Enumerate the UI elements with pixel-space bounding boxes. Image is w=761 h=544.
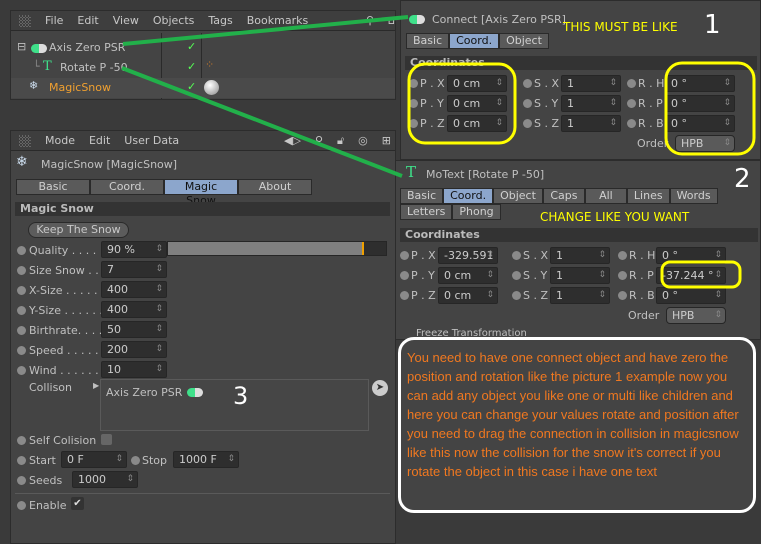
instruction-note: You need to have one connect object and …	[398, 337, 756, 513]
annotation-number-1: 1	[704, 10, 721, 40]
connector-line-2	[121, 66, 403, 178]
annotation-must-be: THIS MUST BE LIKE	[563, 20, 678, 34]
annotation-number-3: 3	[233, 382, 249, 410]
highlight-rp	[660, 260, 742, 289]
highlight-position	[407, 62, 517, 145]
highlight-rotation	[664, 61, 756, 156]
annotation-number-2: 2	[734, 164, 751, 194]
instruction-text: You need to have one connect object and …	[407, 350, 739, 479]
annotation-change: CHANGE LIKE YOU WANT	[540, 210, 690, 224]
connector-line-1	[122, 15, 409, 46]
